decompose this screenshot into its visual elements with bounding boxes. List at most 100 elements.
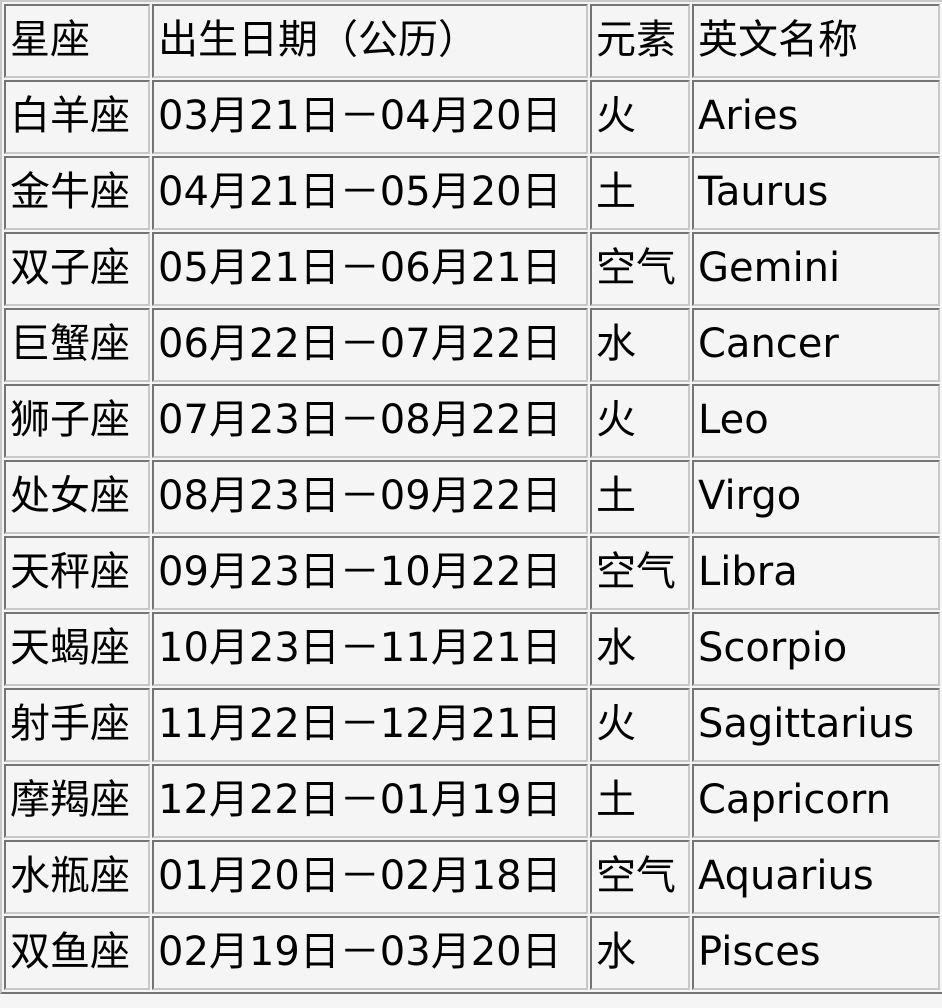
table-row: 摩羯座 12月22日－01月19日 土 Capricorn (4, 764, 940, 838)
element-value: 土 (596, 777, 636, 823)
sign-value: 狮子座 (10, 397, 130, 443)
table-row: 双鱼座 02月19日－03月20日 水 Pisces (4, 916, 940, 990)
english-value: Libra (698, 549, 798, 595)
cell-english: Aries (692, 80, 940, 154)
sign-value: 摩羯座 (10, 777, 130, 823)
english-value: Capricorn (698, 777, 891, 823)
sign-value: 巨蟹座 (10, 321, 130, 367)
element-value: 土 (596, 169, 636, 215)
cell-dates: 09月23日－10月22日 (152, 536, 588, 610)
cell-sign: 摩羯座 (4, 764, 150, 838)
dates-value: 06月22日－07月22日 (158, 321, 562, 367)
english-value: Sagittarius (698, 701, 915, 747)
sign-value: 天秤座 (10, 549, 130, 595)
table-row: 水瓶座 01月20日－02月18日 空气 Aquarius (4, 840, 940, 914)
cell-dates: 01月20日－02月18日 (152, 840, 588, 914)
table-header-row: 星座 出生日期（公历） 元素 英文名称 (4, 4, 940, 78)
cell-dates: 08月23日－09月22日 (152, 460, 588, 534)
table-row: 白羊座 03月21日－04月20日 火 Aries (4, 80, 940, 154)
cell-sign: 处女座 (4, 460, 150, 534)
dates-value: 09月23日－10月22日 (158, 549, 562, 595)
element-value: 空气 (596, 549, 676, 595)
column-header-element-label: 元素 (596, 17, 676, 63)
cell-dates: 06月22日－07月22日 (152, 308, 588, 382)
cell-element: 水 (590, 308, 690, 382)
column-header-english-name-label: 英文名称 (698, 17, 858, 63)
cell-sign: 双子座 (4, 232, 150, 306)
cell-element: 空气 (590, 232, 690, 306)
cell-english: Libra (692, 536, 940, 610)
sign-value: 水瓶座 (10, 853, 130, 899)
english-value: Gemini (698, 245, 841, 291)
dates-value: 05月21日－06月21日 (158, 245, 562, 291)
cell-dates: 05月21日－06月21日 (152, 232, 588, 306)
table-row: 天秤座 09月23日－10月22日 空气 Libra (4, 536, 940, 610)
cell-sign: 双鱼座 (4, 916, 150, 990)
sign-value: 双鱼座 (10, 929, 130, 975)
dates-value: 08月23日－09月22日 (158, 473, 562, 519)
english-value: Pisces (698, 929, 821, 975)
cell-dates: 10月23日－11月21日 (152, 612, 588, 686)
cell-english: Pisces (692, 916, 940, 990)
dates-value: 10月23日－11月21日 (158, 625, 562, 671)
cell-element: 空气 (590, 840, 690, 914)
cell-sign: 白羊座 (4, 80, 150, 154)
cell-element: 土 (590, 764, 690, 838)
cell-english: Capricorn (692, 764, 940, 838)
english-value: Scorpio (698, 625, 848, 671)
column-header-english-name: 英文名称 (692, 4, 940, 78)
cell-sign: 射手座 (4, 688, 150, 762)
cell-dates: 02月19日－03月20日 (152, 916, 588, 990)
column-header-element: 元素 (590, 4, 690, 78)
cell-english: Leo (692, 384, 940, 458)
cell-sign: 水瓶座 (4, 840, 150, 914)
cell-english: Taurus (692, 156, 940, 230)
cell-dates: 11月22日－12月21日 (152, 688, 588, 762)
cell-element: 火 (590, 80, 690, 154)
element-value: 水 (596, 929, 636, 975)
column-header-birthdate: 出生日期（公历） (152, 4, 588, 78)
dates-value: 07月23日－08月22日 (158, 397, 562, 443)
table-body: 白羊座 03月21日－04月20日 火 Aries 金牛座 04月21日－05月… (4, 80, 940, 990)
sign-value: 金牛座 (10, 169, 130, 215)
cell-element: 土 (590, 460, 690, 534)
sign-value: 天蝎座 (10, 625, 130, 671)
cell-english: Sagittarius (692, 688, 940, 762)
english-value: Aries (698, 93, 799, 139)
element-value: 空气 (596, 245, 676, 291)
cell-sign: 狮子座 (4, 384, 150, 458)
english-value: Cancer (698, 321, 839, 367)
cell-dates: 07月23日－08月22日 (152, 384, 588, 458)
element-value: 火 (596, 93, 636, 139)
cell-english: Aquarius (692, 840, 940, 914)
dates-value: 03月21日－04月20日 (158, 93, 562, 139)
cell-dates: 04月21日－05月20日 (152, 156, 588, 230)
column-header-sign-label: 星座 (10, 17, 90, 63)
sign-value: 处女座 (10, 473, 130, 519)
dates-value: 11月22日－12月21日 (158, 701, 562, 747)
element-value: 空气 (596, 853, 676, 899)
sign-value: 白羊座 (10, 93, 130, 139)
table-row: 双子座 05月21日－06月21日 空气 Gemini (4, 232, 940, 306)
cell-english: Gemini (692, 232, 940, 306)
cell-sign: 金牛座 (4, 156, 150, 230)
cell-element: 土 (590, 156, 690, 230)
dates-value: 01月20日－02月18日 (158, 853, 562, 899)
element-value: 土 (596, 473, 636, 519)
cell-element: 火 (590, 688, 690, 762)
element-value: 火 (596, 701, 636, 747)
table-row: 处女座 08月23日－09月22日 土 Virgo (4, 460, 940, 534)
cell-english: Cancer (692, 308, 940, 382)
element-value: 水 (596, 321, 636, 367)
cell-element: 水 (590, 612, 690, 686)
table-row: 狮子座 07月23日－08月22日 火 Leo (4, 384, 940, 458)
cell-sign: 巨蟹座 (4, 308, 150, 382)
cell-sign: 天秤座 (4, 536, 150, 610)
cell-english: Scorpio (692, 612, 940, 686)
english-value: Aquarius (698, 853, 874, 899)
table-header: 星座 出生日期（公历） 元素 英文名称 (4, 4, 940, 78)
table-row: 射手座 11月22日－12月21日 火 Sagittarius (4, 688, 940, 762)
element-value: 水 (596, 625, 636, 671)
column-header-sign: 星座 (4, 4, 150, 78)
table-row: 天蝎座 10月23日－11月21日 水 Scorpio (4, 612, 940, 686)
